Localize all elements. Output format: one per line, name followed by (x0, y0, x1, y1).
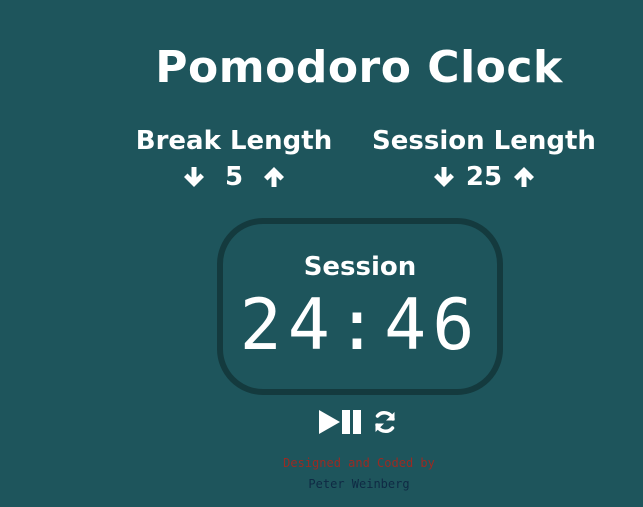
play-pause-icon (319, 410, 361, 434)
arrow-up-icon (514, 167, 535, 188)
pomodoro-app: Pomodoro Clock Break Length 5 Session Le… (0, 0, 643, 507)
refresh-icon (375, 411, 395, 433)
session-length-value: 25 (465, 162, 503, 193)
break-length-controls: 5 (134, 163, 334, 191)
break-length-value: 5 (224, 162, 244, 193)
arrow-up-icon (264, 167, 284, 188)
page-title: Pomodoro Clock (155, 42, 563, 93)
session-length-controls: 25 (372, 163, 596, 191)
reset-button[interactable] (372, 409, 398, 435)
arrow-down-icon (433, 167, 454, 188)
timer-controls (318, 408, 398, 436)
play-pause-button[interactable] (318, 408, 364, 436)
session-length-label: Session Length (372, 126, 596, 156)
break-increment-button[interactable] (260, 163, 288, 191)
arrow-down-icon (184, 167, 204, 188)
credit-author-name: Peter Weinberg (308, 477, 410, 491)
break-decrement-button[interactable] (180, 163, 208, 191)
session-decrement-button[interactable] (430, 163, 458, 191)
timer-display: Session 24:46 (217, 218, 503, 395)
timer-time: 24:46 (239, 284, 481, 366)
session-length-panel: Session Length 25 (372, 126, 596, 191)
break-length-label: Break Length (135, 126, 333, 156)
timer-label: Session (303, 252, 417, 282)
credit-designed-by: Designed and Coded by (283, 456, 435, 470)
break-length-panel: Break Length 5 (134, 126, 334, 191)
session-increment-button[interactable] (510, 163, 538, 191)
